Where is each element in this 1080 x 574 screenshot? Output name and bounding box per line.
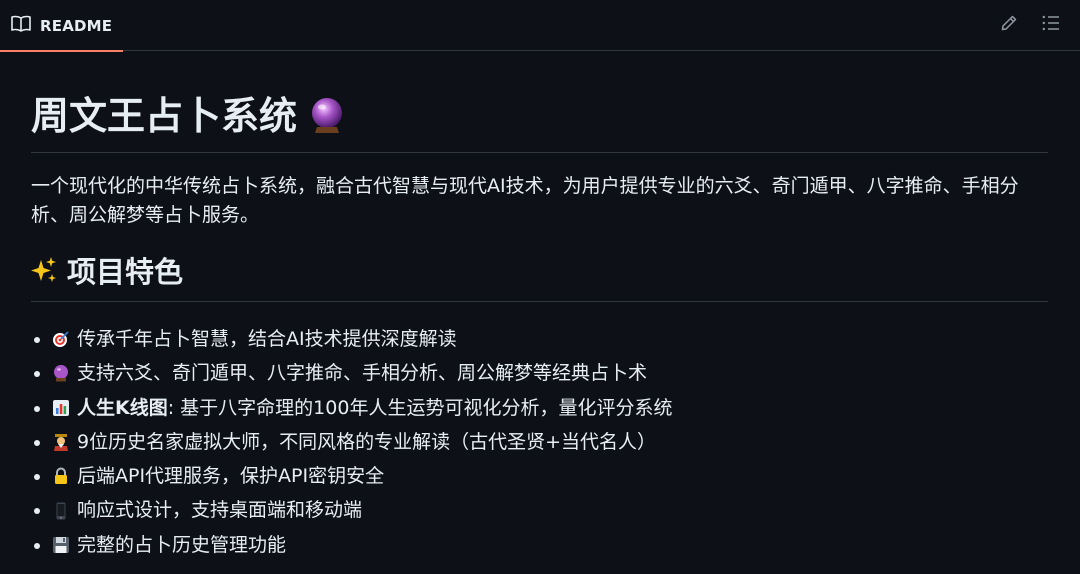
readme-header: README	[0, 0, 1080, 52]
list-item: 后端API代理服务，保护API密钥安全	[34, 459, 1048, 493]
list-item-text: 完整的占卜历史管理功能	[77, 533, 287, 556]
book-icon	[11, 15, 31, 37]
list-item: 传承千年占卜智慧，结合AI技术提供深度解读	[34, 322, 1048, 356]
crystal-ball-icon	[51, 363, 71, 383]
outline-button[interactable]	[1036, 10, 1066, 40]
edit-icon	[1000, 14, 1018, 36]
list-item-text: 响应式设计，支持桌面端和移动端	[77, 499, 363, 522]
page-title: 周文王占卜系统	[31, 51, 1048, 153]
features-heading: 项目特色	[31, 253, 1048, 302]
list-item-text: 传承千年占卜智慧，结合AI技术提供深度解读	[77, 328, 457, 350]
list-item-text: 9位历史名家虚拟大师，不同风格的专业解读（古代圣贤+当代名人）	[77, 430, 657, 453]
list-item-bold: 人生K线图	[77, 396, 168, 419]
outline-list-icon	[1042, 15, 1060, 35]
list-item: 响应式设计，支持桌面端和移动端	[34, 493, 1048, 527]
features-list: 传承千年占卜智慧，结合AI技术提供深度解读 支持六爻、奇门遁甲、八字推命、手相分…	[31, 322, 1048, 562]
intro-paragraph: 一个现代化的中华传统占卜系统，融合古代智慧与现代AI技术，为用户提供专业的六爻、…	[31, 175, 1019, 226]
scholar-icon	[51, 432, 71, 452]
list-item: 完整的占卜历史管理功能	[34, 528, 1048, 562]
title-text: 周文王占卜系统	[31, 94, 298, 138]
list-item: 9位历史名家虚拟大师，不同风格的专业解读（古代圣贤+当代名人）	[34, 425, 1048, 459]
list-item-text: 支持六爻、奇门遁甲、八字推命、手相分析、周公解梦等经典占卜术	[77, 362, 648, 385]
list-item: 人生K线图: 基于八字命理的100年人生运势可视化分析，量化评分系统	[34, 391, 1048, 425]
mobile-phone-icon	[51, 501, 71, 521]
bar-chart-icon	[51, 398, 71, 418]
target-icon	[51, 329, 71, 349]
readme-body: 周文王占卜系统 一个现代化的中华传统占卜系统，融合古代智慧与现代AI技术，为用户…	[31, 51, 1048, 562]
edit-button[interactable]	[994, 10, 1024, 40]
lock-icon	[51, 466, 71, 486]
sparkles-icon	[31, 255, 57, 293]
tab-readme[interactable]: README	[0, 0, 123, 52]
list-item: 支持六爻、奇门遁甲、八字推命、手相分析、周公解梦等经典占卜术	[34, 356, 1048, 390]
tab-label: README	[40, 16, 113, 35]
crystal-ball-icon	[309, 96, 345, 145]
features-heading-text: 项目特色	[67, 255, 184, 289]
floppy-disk-icon	[51, 535, 71, 555]
list-item-text: 后端API代理服务，保护API密钥安全	[77, 465, 385, 488]
list-item-text: : 基于八字命理的100年人生运势可视化分析，量化评分系统	[167, 396, 673, 419]
